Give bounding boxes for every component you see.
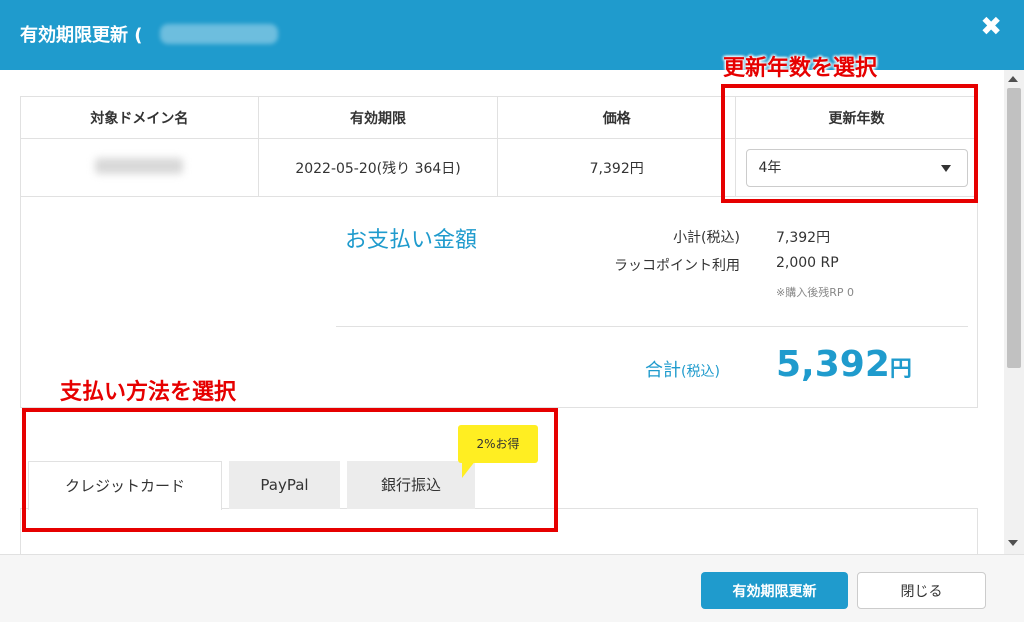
scroll-down-arrow-icon[interactable] — [1008, 540, 1018, 546]
annotation-years: 更新年数を選択 — [723, 56, 878, 81]
subtotal-label: 小計(税込) — [673, 230, 740, 246]
close-button[interactable]: 閉じる — [857, 572, 986, 609]
update-expiry-button[interactable]: 有効期限更新 — [701, 572, 848, 609]
annotation-payment: 支払い方法を選択 — [60, 380, 237, 405]
total-value: 5,392円 — [776, 344, 912, 385]
close-icon[interactable]: ✖ — [980, 14, 1002, 40]
col-expiry: 有効期限 — [257, 96, 499, 139]
scrollbar-thumb[interactable] — [1007, 88, 1021, 368]
points-note: ※購入後残RP 0 — [776, 286, 854, 299]
points-label: ラッコポイント利用 — [614, 258, 740, 274]
annotation-box-years — [721, 84, 978, 203]
total-label: 合計(税込) — [645, 360, 720, 381]
blurred-domain — [95, 157, 184, 174]
payment-amount-title: お支払い金額 — [345, 228, 478, 253]
expiry-cell: 2022-05-20(残り 364日) — [257, 138, 499, 197]
points-value: 2,000 RP — [776, 255, 839, 271]
modal-title: 有効期限更新 ( — [20, 25, 143, 46]
blurred-domain-name — [160, 24, 278, 44]
summary-divider — [336, 326, 968, 327]
col-price: 価格 — [497, 96, 737, 139]
domain-cell — [20, 138, 259, 197]
subtotal-value: 7,392円 — [776, 230, 831, 246]
col-domain: 対象ドメイン名 — [20, 96, 259, 139]
price-cell: 7,392円 — [497, 138, 737, 197]
scroll-up-arrow-icon[interactable] — [1008, 76, 1018, 82]
annotation-box-payment — [22, 408, 558, 532]
